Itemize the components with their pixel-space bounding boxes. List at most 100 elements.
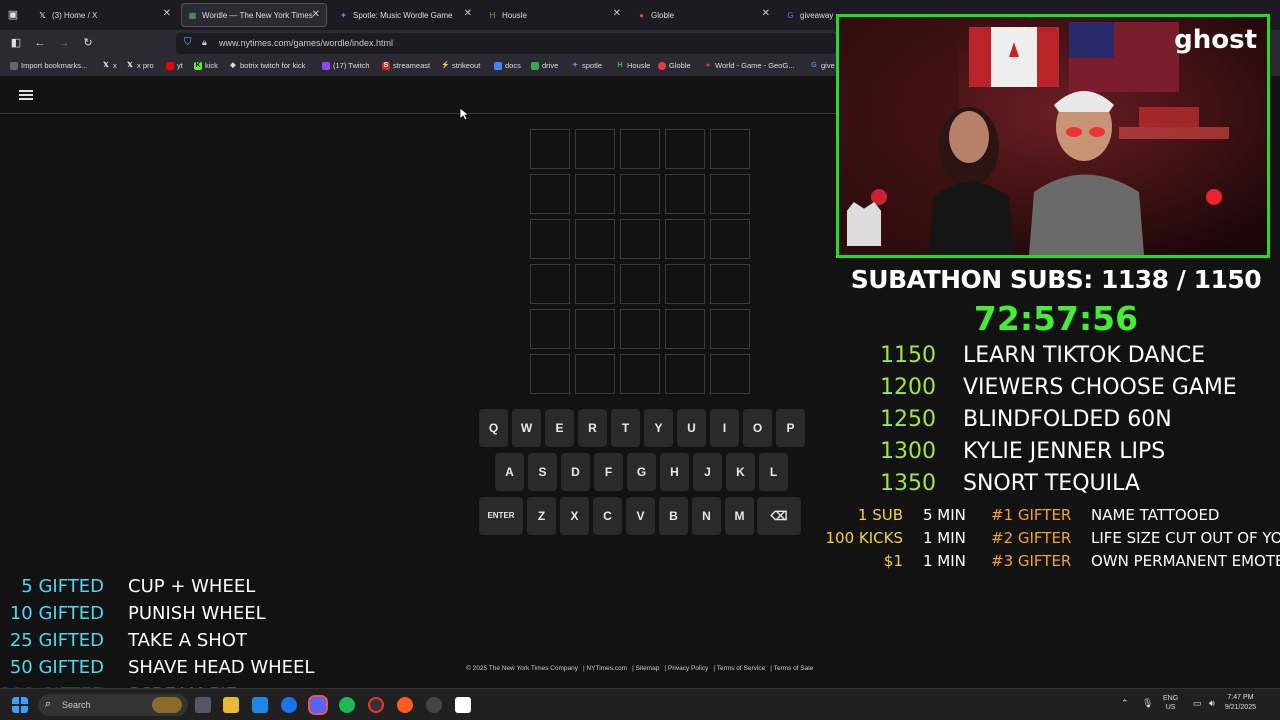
key-z[interactable]: Z <box>527 497 556 535</box>
microphone-icon[interactable]: 🎙︎ <box>1142 698 1153 709</box>
tab-home-x[interactable]: 𝕏 (3) Home / X ✕ <box>32 3 177 27</box>
board-tile <box>710 174 750 214</box>
close-icon[interactable]: ✕ <box>762 9 770 19</box>
bookmark-twitch[interactable]: (17) Twitch <box>322 61 370 70</box>
key-t[interactable]: T <box>611 409 640 447</box>
key-k[interactable]: K <box>726 453 755 491</box>
close-icon[interactable]: ✕ <box>464 9 472 19</box>
taskbar: ⌕ Search ⌃ 🎙︎ ENG US ▭ 🔊︎ 7:47 PM 9/21/2… <box>0 688 1280 720</box>
footer-link[interactable]: Sitemap <box>636 665 660 672</box>
rate-time: 5 MIN <box>923 506 966 524</box>
footer-link[interactable]: Privacy Policy <box>668 665 708 672</box>
key-s[interactable]: S <box>528 453 557 491</box>
obs-icon[interactable] <box>368 697 384 713</box>
windows-start-icon[interactable] <box>12 697 28 713</box>
footer-link[interactable]: Terms of Service <box>717 665 765 672</box>
bookmark-yt[interactable]: yt <box>166 61 183 70</box>
key-x[interactable]: X <box>560 497 589 535</box>
bookmark-spotle[interactable]: ✦ spotle <box>571 61 602 70</box>
tab-list-icon[interactable]: ▣ <box>6 8 20 22</box>
reload-icon[interactable]: ↻ <box>81 36 95 50</box>
key-p[interactable]: P <box>776 409 805 447</box>
key-b[interactable]: B <box>659 497 688 535</box>
app-icon[interactable] <box>455 697 471 713</box>
key-w[interactable]: W <box>512 409 541 447</box>
close-icon[interactable]: ✕ <box>613 9 621 19</box>
rate-amount: 100 KICKS <box>825 529 904 547</box>
bookmark-docs[interactable]: docs <box>494 61 521 70</box>
bookmark-worldle[interactable]: ● World - Game - GeoG... <box>704 61 795 70</box>
bookmark-kick[interactable]: Kkick <box>194 61 218 70</box>
key-o[interactable]: O <box>743 409 772 447</box>
key-j[interactable]: J <box>693 453 722 491</box>
kick-icon: K <box>194 61 202 70</box>
chevron-up-icon[interactable]: ⌃ <box>1121 698 1129 709</box>
key-r[interactable]: R <box>578 409 607 447</box>
bookmark-drive[interactable]: drive <box>531 61 558 70</box>
key-backspace[interactable]: ⌫ <box>757 497 801 535</box>
tab-globle[interactable]: ● Globle ✕ <box>631 3 776 27</box>
key-d[interactable]: D <box>561 453 590 491</box>
key-l[interactable]: L <box>759 453 788 491</box>
firefox-icon[interactable] <box>397 697 413 713</box>
tab-label: giveaway <box>800 10 834 20</box>
tab-giveaway[interactable]: G giveaway <box>780 3 840 27</box>
close-icon[interactable]: ✕ <box>163 9 171 19</box>
board-tile <box>710 354 750 394</box>
docs-icon <box>494 61 502 70</box>
key-e[interactable]: E <box>545 409 574 447</box>
key-u[interactable]: U <box>677 409 706 447</box>
key-v[interactable]: V <box>626 497 655 535</box>
tab-spotle[interactable]: ✦ Spotle: Music Wordle Game ✕ <box>333 3 478 27</box>
key-enter[interactable]: ENTER <box>479 497 523 535</box>
x-icon: 𝕏 <box>127 61 133 69</box>
forward-icon[interactable]: → <box>57 36 71 50</box>
bookmark-strikeout[interactable]: ⚡ strikeout <box>441 61 480 70</box>
taskbar-search[interactable]: ⌕ Search <box>38 694 188 716</box>
discord-icon[interactable] <box>308 695 328 715</box>
close-icon[interactable]: ✕ <box>312 10 320 20</box>
clock-icon[interactable] <box>426 697 442 713</box>
bookmark-globle[interactable]: Globle <box>658 61 691 70</box>
sidebar-toggle-icon[interactable]: ◧ <box>9 36 23 50</box>
key-i[interactable]: I <box>710 409 739 447</box>
key-f[interactable]: F <box>594 453 623 491</box>
board-tile <box>665 354 705 394</box>
file-explorer-icon[interactable] <box>223 697 239 713</box>
key-c[interactable]: C <box>593 497 622 535</box>
key-h[interactable]: H <box>660 453 689 491</box>
key-y[interactable]: Y <box>644 409 673 447</box>
volume-icon[interactable]: 🔊︎ <box>1209 698 1215 709</box>
network-icon[interactable]: ▭ <box>1193 698 1202 709</box>
settings-icon[interactable] <box>195 697 211 713</box>
spotify-icon[interactable] <box>339 697 355 713</box>
bookmark-x-pro[interactable]: 𝕏x pro <box>126 61 154 70</box>
bookmark-import[interactable]: Import bookmarks... <box>10 61 87 70</box>
edge-icon[interactable] <box>281 697 297 713</box>
key-q[interactable]: Q <box>479 409 508 447</box>
key-a[interactable]: A <box>495 453 524 491</box>
address-bar[interactable]: ⛉ 🔒︎ www.nytimes.com/games/wordle/index.… <box>176 33 836 54</box>
board-tile <box>620 354 660 394</box>
language-indicator[interactable]: ENG US <box>1163 694 1178 712</box>
bookmark-x[interactable]: 𝕏x <box>102 61 117 70</box>
footer-link[interactable]: NYTimes.com <box>586 665 627 672</box>
key-g[interactable]: G <box>627 453 656 491</box>
goal-number: 1250 <box>880 407 936 432</box>
tab-housle[interactable]: H Housle ✕ <box>482 3 627 27</box>
menu-icon[interactable] <box>19 90 33 100</box>
key-m[interactable]: M <box>725 497 754 535</box>
gifter-rank: #2 GIFTER <box>991 529 1072 547</box>
bookmark-streameast[interactable]: Sstreameast <box>382 61 430 70</box>
bookmark-botrix[interactable]: ◆ botrix twitch for kick <box>229 61 305 70</box>
board-tile <box>575 264 615 304</box>
store-icon[interactable] <box>252 697 268 713</box>
bookmark-give[interactable]: Ggive <box>810 61 835 70</box>
back-icon[interactable]: ← <box>33 36 47 50</box>
bookmark-housle[interactable]: H Housle <box>616 61 650 70</box>
key-n[interactable]: N <box>692 497 721 535</box>
tab-wordle[interactable]: ▦ Wordle — The New York Times ✕ <box>181 3 327 27</box>
footer-link[interactable]: Terms of Sale <box>774 665 814 672</box>
board-tile <box>710 129 750 169</box>
clock[interactable]: 7:47 PM 9/21/2025 <box>1225 693 1256 713</box>
